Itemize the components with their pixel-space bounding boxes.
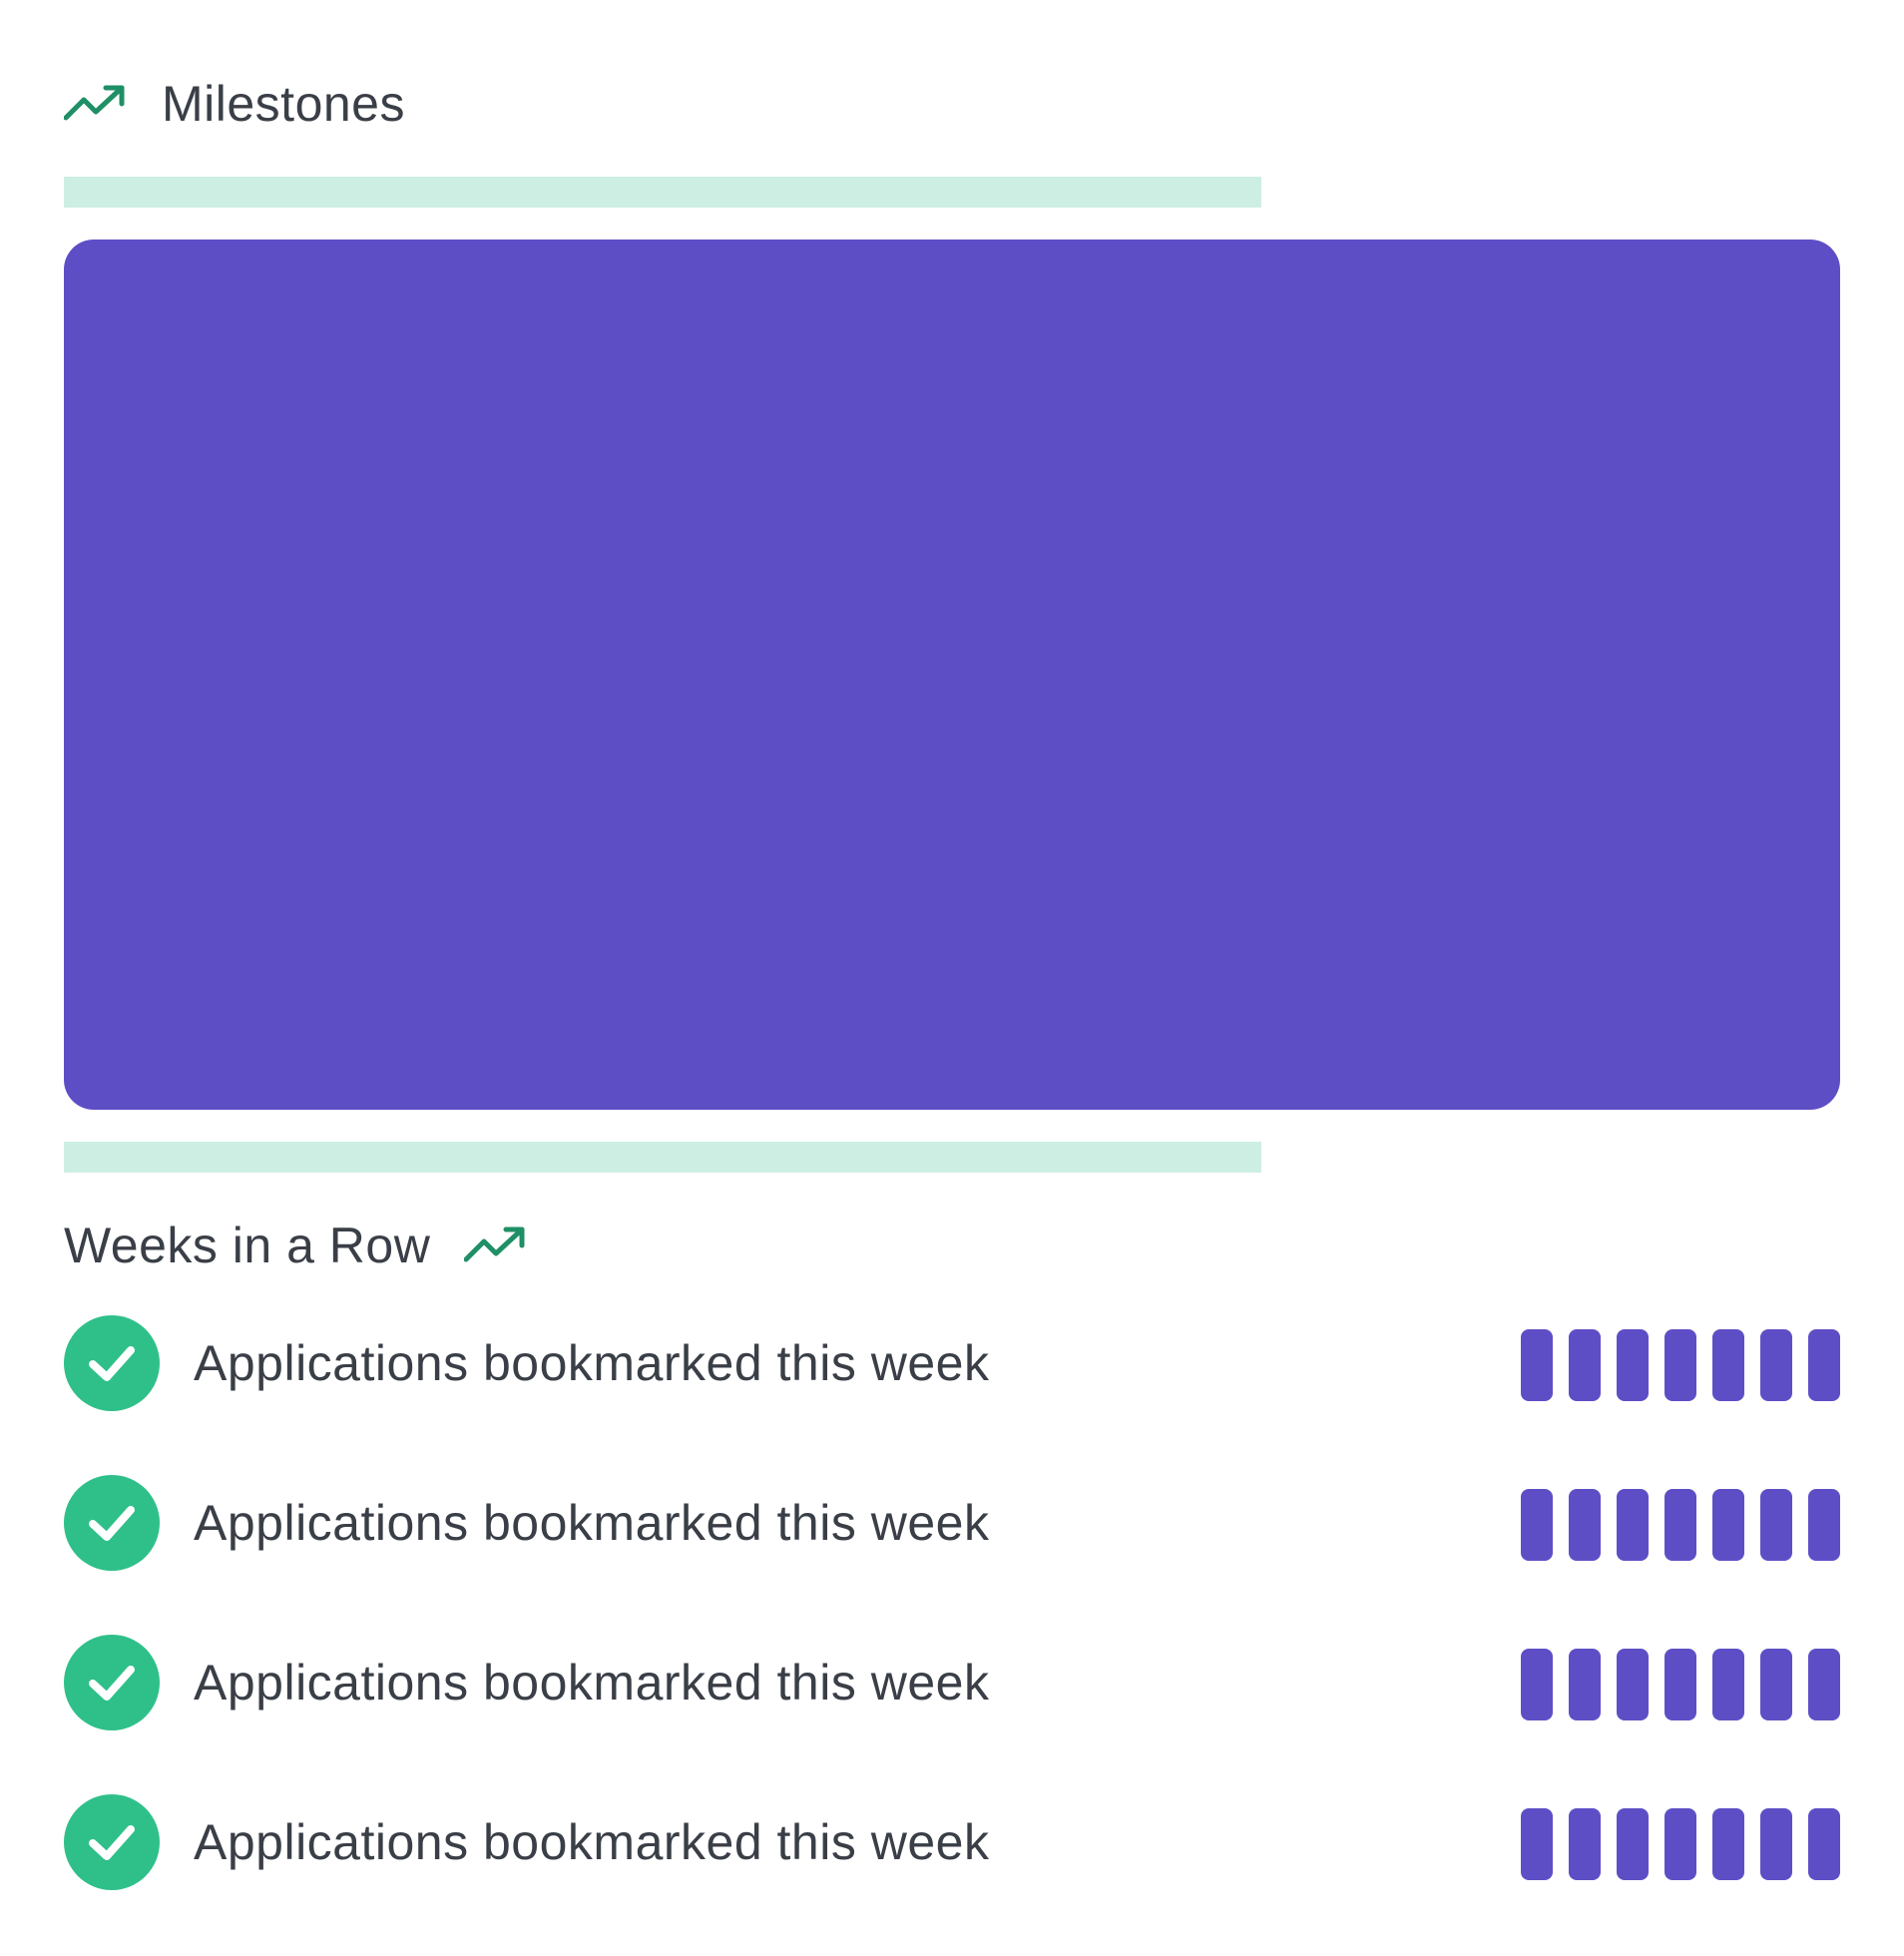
milestones-header: Milestones <box>64 72 405 136</box>
week-block <box>1760 1329 1792 1401</box>
week-block <box>1808 1649 1840 1720</box>
week-block <box>1712 1649 1744 1720</box>
week-streak-blocks <box>1521 1649 1840 1720</box>
week-block <box>1521 1808 1553 1880</box>
week-block <box>1569 1649 1601 1720</box>
week-block <box>1665 1808 1696 1880</box>
milestone-card <box>64 240 1840 1110</box>
milestones-title: Milestones <box>162 76 405 132</box>
week-block <box>1665 1649 1696 1720</box>
week-block <box>1617 1489 1649 1561</box>
week-block <box>1808 1489 1840 1561</box>
check-circle-icon <box>64 1635 160 1730</box>
check-circle-icon <box>64 1475 160 1571</box>
week-block <box>1760 1808 1792 1880</box>
week-block <box>1521 1329 1553 1401</box>
week-block <box>1760 1489 1792 1561</box>
week-streak-blocks <box>1521 1489 1840 1561</box>
skeleton-placeholder-bar <box>64 1142 1261 1173</box>
skeleton-placeholder-bar <box>64 177 1261 208</box>
week-block <box>1569 1489 1601 1561</box>
list-item: Applications bookmarked this week <box>64 1635 1840 1730</box>
week-block <box>1712 1808 1744 1880</box>
check-circle-icon <box>64 1315 160 1411</box>
trending-up-icon <box>64 85 125 121</box>
trending-up-icon <box>464 1226 525 1262</box>
list-item-label: Applications bookmarked this week <box>194 1335 990 1391</box>
week-block <box>1569 1808 1601 1880</box>
weeks-in-a-row-title: Weeks in a Row <box>64 1218 431 1273</box>
week-block <box>1760 1649 1792 1720</box>
list-item: Applications bookmarked this week <box>64 1794 1840 1890</box>
list-item: Applications bookmarked this week <box>64 1315 1840 1411</box>
list-item-label: Applications bookmarked this week <box>194 1655 990 1711</box>
week-block <box>1569 1329 1601 1401</box>
list-item-label: Applications bookmarked this week <box>194 1814 990 1870</box>
week-block <box>1617 1329 1649 1401</box>
week-streak-blocks <box>1521 1329 1840 1401</box>
week-block <box>1521 1489 1553 1561</box>
week-streak-blocks <box>1521 1808 1840 1880</box>
list-item-label: Applications bookmarked this week <box>194 1495 990 1551</box>
list-item: Applications bookmarked this week <box>64 1475 1840 1571</box>
week-block <box>1617 1649 1649 1720</box>
week-block <box>1712 1489 1744 1561</box>
week-block <box>1712 1329 1744 1401</box>
streak-list: Applications bookmarked this week Applic… <box>64 1315 1840 1954</box>
week-block <box>1665 1329 1696 1401</box>
week-block <box>1808 1808 1840 1880</box>
week-block <box>1665 1489 1696 1561</box>
weeks-in-a-row-header: Weeks in a Row <box>64 1213 528 1278</box>
week-block <box>1808 1329 1840 1401</box>
check-circle-icon <box>64 1794 160 1890</box>
week-block <box>1617 1808 1649 1880</box>
week-block <box>1521 1649 1553 1720</box>
